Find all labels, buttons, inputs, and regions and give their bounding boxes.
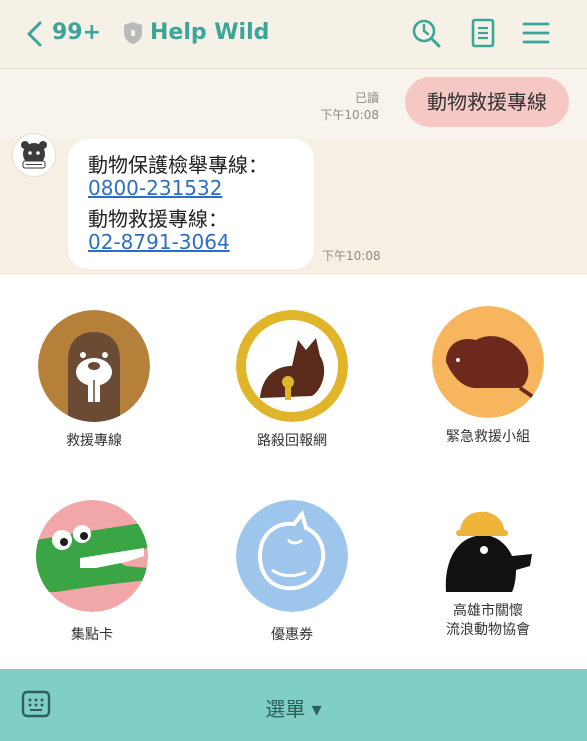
menu-item-label: 路殺回報網 [257,433,327,449]
menu-toggle-label[interactable]: 選單 ▾ [0,693,587,722]
rich-menu: 救援專線 路殺回報網 緊急救援小組 集點卡 優惠券 高雄市關懷 流浪動物協會 [0,276,587,669]
chat-header: 99+ Help Wild [0,0,587,69]
menu-item-label: 高雄市關懷 流浪動物協會 [446,603,530,638]
rescue-hotline-link[interactable]: 02-8791-3064 [88,230,230,254]
chat-title: Help Wild [150,20,270,45]
menu-icon[interactable] [520,17,552,49]
crocodile-icon [36,500,148,612]
note-icon[interactable] [467,17,499,49]
sleeping-cat-icon [236,500,348,612]
report-hotline-link[interactable]: 0800-231532 [88,176,222,200]
menu-item-label: 救援專線 [66,433,122,449]
cat-icon [236,310,348,422]
menu-item-label: 優惠券 [271,627,313,643]
outgoing-message[interactable]: 動物救援專線 [405,77,569,127]
read-receipt: 已讀 [354,91,379,105]
mole-icon [445,511,532,592]
incoming-timestamp: 下午10:08 [322,249,381,263]
shield-icon [124,22,142,44]
unread-count[interactable]: 99+ [52,20,101,45]
menu-item-label: 集點卡 [71,627,113,643]
bear-logo-icon [13,134,55,176]
search-clock-icon[interactable] [410,17,442,49]
beaver-icon [38,310,150,422]
avatar[interactable] [12,133,56,177]
chat-area[interactable]: 動物救援專線 已讀 下午10:08 動物保護檢舉專線： 0800-231532 … [0,69,587,275]
rat-icon [432,306,544,418]
report-hotline-label: 動物保護檢舉專線： [88,153,268,177]
incoming-message[interactable]: 動物保護檢舉專線： 0800-231532 動物救援專線： 02-8791-30… [68,139,314,269]
outgoing-timestamp: 下午10:08 [320,108,379,122]
rescue-hotline-label: 動物救援專線： [88,207,228,231]
menu-item-label: 緊急救援小組 [446,429,530,445]
menu-toggle-bar[interactable]: 選單 ▾ [0,669,587,741]
chevron-left-icon[interactable] [22,18,52,50]
